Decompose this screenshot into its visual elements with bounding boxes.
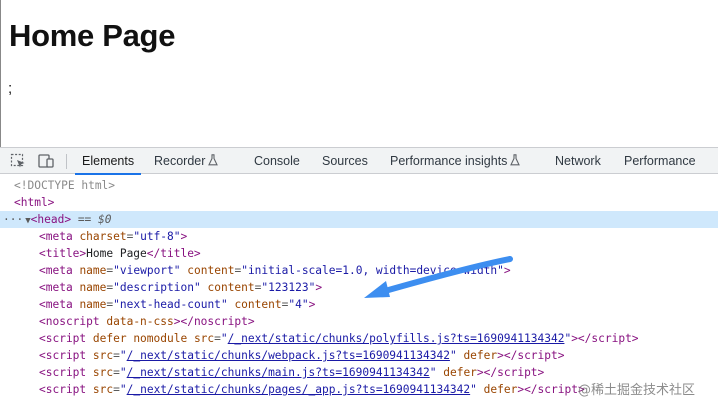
- toolbar-separator: [66, 154, 67, 169]
- page-title: Home Page: [9, 18, 176, 53]
- rendered-page: Home Page ;: [0, 0, 718, 147]
- tab-performance-insights[interactable]: Performance insights: [390, 148, 521, 174]
- tab-elements[interactable]: Elements: [74, 148, 142, 175]
- dom-node-doctype[interactable]: <!DOCTYPE html>: [0, 177, 718, 194]
- more-options-icon[interactable]: ···: [3, 213, 23, 226]
- dom-node-meta-next-head-count[interactable]: <meta name="next-head-count" content="4"…: [0, 296, 718, 313]
- tab-console[interactable]: Console: [254, 148, 300, 174]
- tab-performance[interactable]: Performance: [624, 148, 696, 174]
- device-toolbar-icon[interactable]: [37, 152, 55, 170]
- script-src-link[interactable]: /_next/static/chunks/webpack.js?ts=16909…: [127, 349, 450, 362]
- dom-node-meta-charset[interactable]: <meta charset="utf-8">: [0, 228, 718, 245]
- dom-node-script-webpack[interactable]: <script src="/_next/static/chunks/webpac…: [0, 347, 718, 364]
- dom-node-title[interactable]: <title>Home Page</title>: [0, 245, 718, 262]
- dom-node-meta-viewport[interactable]: <meta name="viewport" content="initial-s…: [0, 262, 718, 279]
- page-body-text: ;: [8, 80, 13, 97]
- script-src-link[interactable]: /_next/static/chunks/main.js?ts=16909411…: [127, 366, 430, 379]
- tab-sources[interactable]: Sources: [322, 148, 368, 174]
- tab-network[interactable]: Network: [555, 148, 601, 174]
- script-src-link[interactable]: /_next/static/chunks/pages/_app.js?ts=16…: [127, 383, 471, 396]
- dom-node-noscript[interactable]: <noscript data-n-css></noscript>: [0, 313, 718, 330]
- experimental-flask-icon: [208, 154, 219, 166]
- dom-node-html[interactable]: <html>: [0, 194, 718, 211]
- dom-node-head[interactable]: ··· ▼<head> == $0: [0, 211, 718, 228]
- script-src-link[interactable]: /_next/static/chunks/polyfills.js?ts=169…: [228, 332, 565, 345]
- inspect-element-icon[interactable]: [9, 152, 27, 170]
- viewport-edge: [0, 0, 1, 147]
- experimental-flask-icon: [510, 154, 521, 166]
- devtools-panel: Elements Recorder Console Sources Perfor…: [0, 147, 718, 402]
- watermark: @稀土掘金技术社区: [578, 383, 696, 398]
- dom-node-script-polyfills[interactable]: <script defer nomodule src="/_next/stati…: [0, 330, 718, 347]
- tab-recorder[interactable]: Recorder: [154, 148, 219, 174]
- elements-tree: <!DOCTYPE html> <html> ··· ▼<head> == $0 …: [0, 175, 718, 402]
- dom-node-meta-description[interactable]: <meta name="description" content="123123…: [0, 279, 718, 296]
- devtools-toolbar: Elements Recorder Console Sources Perfor…: [0, 147, 718, 175]
